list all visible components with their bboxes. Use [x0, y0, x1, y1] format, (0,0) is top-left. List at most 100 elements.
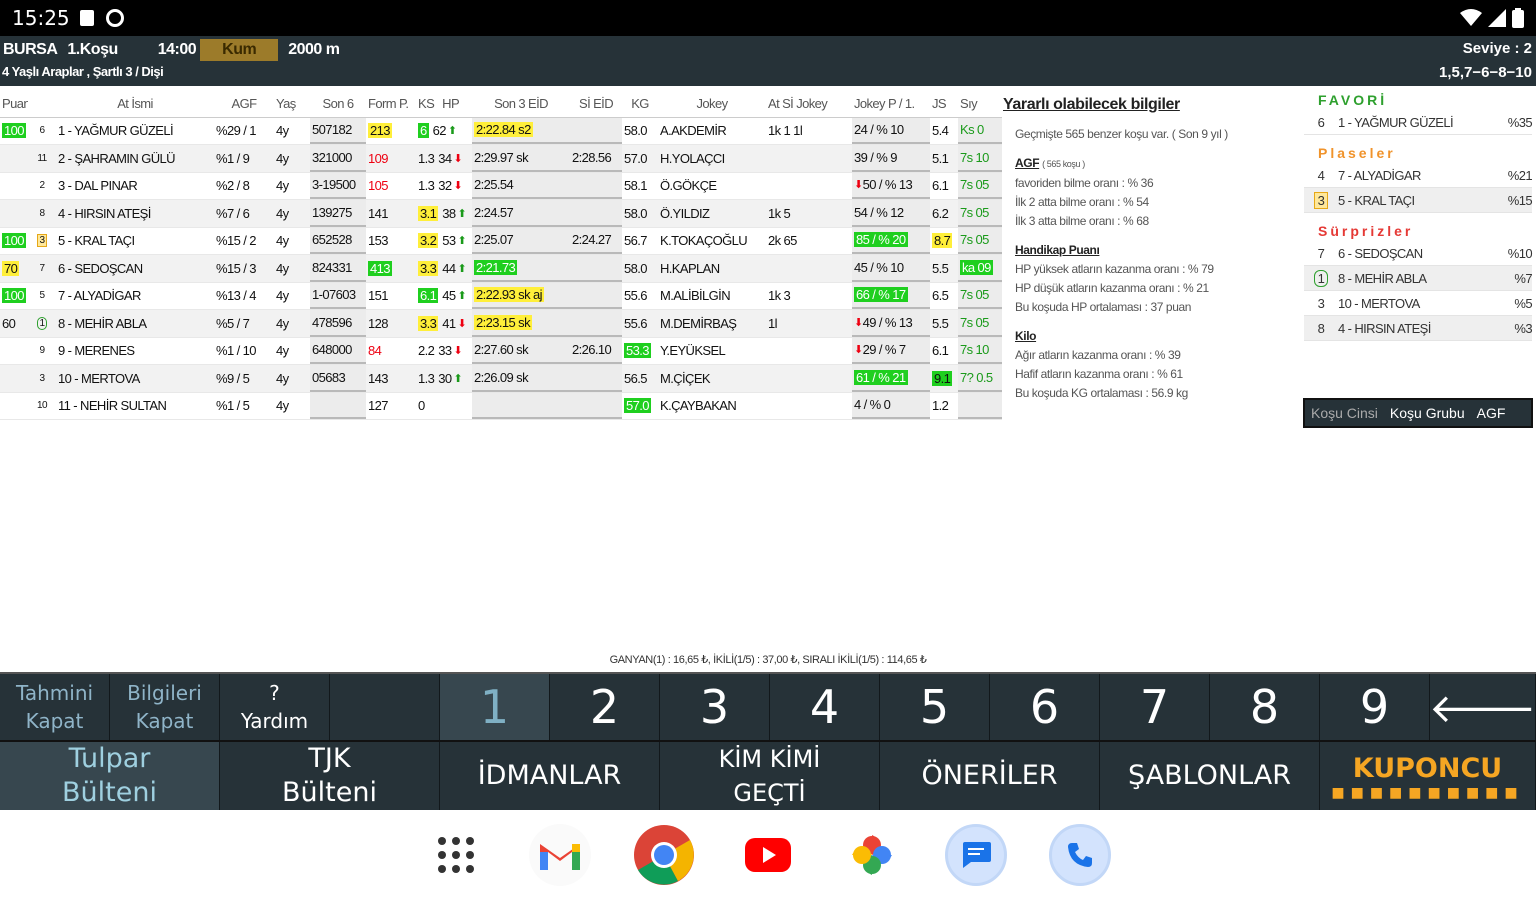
table-row[interactable]: 99 - MERENES %1 / 10 4y 648000 84 2.2 33 ⬇ 2:27.… — [0, 337, 1002, 365]
tab-tjk-bulteni[interactable]: TJK Bülteni — [220, 742, 440, 810]
col-puan[interactable]: Puan — [0, 90, 28, 117]
horse-name-cell[interactable]: 2 - ŞAHRAMIN GÜLÜ — [56, 145, 214, 172]
tab-line: KİM KİMİ — [718, 745, 821, 773]
horse-name-cell[interactable]: 4 - HIRSIN ATEŞİ — [56, 200, 214, 227]
jockey-cell[interactable]: M.ALİBİLGİN — [658, 283, 766, 310]
jockey-cell[interactable]: K.ÇAYBAKAN — [658, 393, 766, 420]
col-agf[interactable]: AGF — [214, 90, 274, 117]
race-5-button[interactable]: 5 — [880, 674, 990, 740]
jockey-cell[interactable]: H.KAPLAN — [658, 255, 766, 282]
js-cell-text: 6.5 — [932, 288, 949, 304]
tab-kim-kimi-gecti[interactable]: KİM KİMİ GEÇTİ — [660, 742, 880, 810]
photos-icon[interactable] — [841, 824, 903, 886]
col-name[interactable]: At İsmi — [56, 90, 214, 117]
col-son6[interactable]: Son 6 — [310, 90, 366, 117]
btn-line: Kapat — [25, 709, 84, 733]
col-jokeyp[interactable]: Jokey P / 1. — [852, 90, 930, 117]
agf-button[interactable]: AGF — [1471, 405, 1512, 421]
table-row[interactable]: 10 11 - NEHİR SULTAN %1 / 5 4y 127 0 57.0 K.ÇAY… — [0, 392, 1002, 420]
col-js[interactable]: JS — [930, 90, 958, 117]
race-group-button[interactable]: Koşu Grubu — [1384, 405, 1471, 421]
race-type-button[interactable]: Koşu Cinsi — [1305, 405, 1384, 421]
race-8-button[interactable]: 8 — [1210, 674, 1320, 740]
race-6-button[interactable]: 6 — [990, 674, 1100, 740]
table-row[interactable]: 60 1 8 - MEHİR ABLA %5 / 7 4y 478596 128 3.3 41 ⬇… — [0, 310, 1002, 338]
race-3-button[interactable]: 3 — [660, 674, 770, 740]
table-row[interactable]: 100 6 1 - YAĞMUR GÜZELİ %29 / 1 4y 507182 213 6… — [0, 117, 1002, 145]
race-2-button[interactable]: 2 — [550, 674, 660, 740]
race-1-button[interactable]: 1 — [440, 674, 550, 740]
table-row[interactable]: 3 10 - MERTOVA %9 / 5 4y 05683 143 1.3 30 ⬆ 2:26.… — [0, 365, 1002, 393]
jockey-cell[interactable]: A.AKDEMİR — [658, 118, 766, 145]
surprise-item[interactable]: 7 6 - SEDOŞCAN %10 — [1304, 241, 1533, 266]
at-si-jokey-cell-text: 1k 1 1l — [768, 123, 803, 139]
close-prediction-button[interactable]: Tahmini Kapat — [0, 674, 110, 740]
age-cell-text: 4y — [276, 315, 289, 331]
col-son3eid[interactable]: Son 3 EİD — [472, 90, 570, 117]
tab-tulpar-bulteni[interactable]: Tulpar Bülteni — [0, 742, 220, 810]
col-form[interactable]: Form P. — [366, 90, 416, 117]
app-drawer-icon[interactable] — [425, 824, 487, 886]
last3-eid-cell-text: 2:23.15 sk — [474, 314, 532, 330]
race-7-button[interactable]: 7 — [1100, 674, 1210, 740]
jockey-cell[interactable]: M.ÇİÇEK — [658, 365, 766, 392]
table-row[interactable]: 100 5 7 - ALYADİGAR %13 / 4 4y 1-07603 151 6.1 4… — [0, 282, 1002, 310]
horse-name-cell[interactable]: 9 - MERENES — [56, 338, 214, 365]
col-atsi[interactable]: At Sİ Jokey — [766, 90, 852, 117]
close-info-button[interactable]: Bilgileri Kapat — [110, 674, 220, 740]
tab-oneriler[interactable]: ÖNERİLER — [880, 742, 1100, 810]
col-siy[interactable]: Sıy — [958, 90, 1002, 117]
col-jokey[interactable]: Jokey — [658, 90, 766, 117]
plase-item[interactable]: 3 5 - KRAL TAÇI %15 — [1304, 188, 1533, 213]
favorite-item[interactable]: 6 1 - YAĞMUR GÜZELİ %35 — [1304, 110, 1533, 135]
messages-icon[interactable] — [945, 824, 1007, 886]
tab-sablonlar[interactable]: ŞABLONLAR — [1100, 742, 1320, 810]
puan-cell: 100 — [0, 228, 28, 255]
race-4-button[interactable]: 4 — [770, 674, 880, 740]
youtube-icon[interactable] — [737, 824, 799, 886]
table-row[interactable]: 11 2 - ŞAHRAMIN GÜLÜ %1 / 9 4y 321000 109 1.3 3… — [0, 145, 1002, 173]
col-ks-hp[interactable]: KS HP — [416, 90, 472, 117]
tab-kuponcu[interactable]: KUPONCU ■■■■■■■■■■ — [1320, 742, 1536, 810]
puan-cell-text: 100 — [2, 123, 26, 139]
table-row[interactable]: 23 - DAL PINAR %2 / 8 4y 3-19500 105 1.3 32 ⬇ 2:… — [0, 172, 1002, 200]
table-row[interactable]: 70 7 6 - SEDOŞCAN %15 / 3 4y 824331 413 3.3 44 ⬆ 2… — [0, 255, 1002, 283]
surprise-item[interactable]: 3 10 - MERTOVA %5 — [1304, 291, 1533, 316]
race-9-button[interactable]: 9 — [1320, 674, 1430, 740]
plase-item[interactable]: 4 7 - ALYADİGAR %21 — [1304, 163, 1533, 188]
jockey-cell[interactable]: Y.EYÜKSEL — [658, 338, 766, 365]
horse-name-cell[interactable]: 1 - YAĞMUR GÜZELİ — [56, 118, 214, 145]
age-cell-text: 4y — [276, 150, 289, 166]
jockey-cell[interactable]: H.YOLAÇCI — [658, 145, 766, 172]
gmail-icon[interactable] — [529, 824, 591, 886]
col-yas[interactable]: Yaş — [274, 90, 310, 117]
back-arrow-icon[interactable]: 🡐 — [1429, 674, 1536, 740]
js-cell: 6.1 — [930, 173, 958, 200]
horse-name-cell[interactable]: 11 - NEHİR SULTAN — [56, 393, 214, 420]
horse-name-cell[interactable]: 6 - SEDOŞCAN — [56, 255, 214, 282]
table-row[interactable]: 100 3 5 - KRAL TAÇI %15 / 2 4y 652528 153 3.2 53… — [0, 227, 1002, 255]
help-button[interactable]: ? Yardım — [220, 674, 330, 740]
tab-idmanlar[interactable]: İDMANLAR — [440, 742, 660, 810]
table-row[interactable]: 8 4 - HIRSIN ATEŞİ %7 / 6 4y 139275 141 3.1 38 ⬆… — [0, 200, 1002, 228]
col-kg[interactable]: KG — [622, 90, 658, 117]
arrow-down-icon: ⬇ — [854, 344, 863, 357]
col-no[interactable] — [28, 90, 56, 117]
horse-name-cell[interactable]: 10 - MERTOVA — [56, 365, 214, 392]
surprise-item[interactable]: 8 4 - HIRSIN ATEŞİ %3 — [1304, 316, 1533, 341]
jockey-cell[interactable]: Ö.YILDIZ — [658, 200, 766, 227]
horse-name-cell[interactable]: 3 - DAL PINAR — [56, 173, 214, 200]
horse-name-cell[interactable]: 8 - MEHİR ABLA — [56, 310, 214, 337]
phone-icon[interactable] — [1049, 824, 1111, 886]
horse-name-cell[interactable]: 5 - KRAL TAÇI — [56, 228, 214, 255]
surprise-item[interactable]: 1 8 - MEHİR ABLA %7 — [1304, 266, 1533, 291]
jockey-cell[interactable]: K.TOKAÇOĞLU — [658, 228, 766, 255]
jockey-cell[interactable]: Ö.GÖKÇE — [658, 173, 766, 200]
puan-cell-text: 100 — [2, 233, 26, 249]
horse-name-cell[interactable]: 7 - ALYADİGAR — [56, 283, 214, 310]
jockey-cell[interactable]: M.DEMİRBAŞ — [658, 310, 766, 337]
kilo-line: Bu koşuda KG ortalaması : 56.9 kg — [1015, 386, 1188, 400]
col-sieid[interactable]: Sİ EİD — [570, 90, 622, 117]
ks-hp-cell: 3.3 44 ⬆ — [416, 255, 472, 282]
chrome-icon[interactable] — [633, 824, 695, 886]
